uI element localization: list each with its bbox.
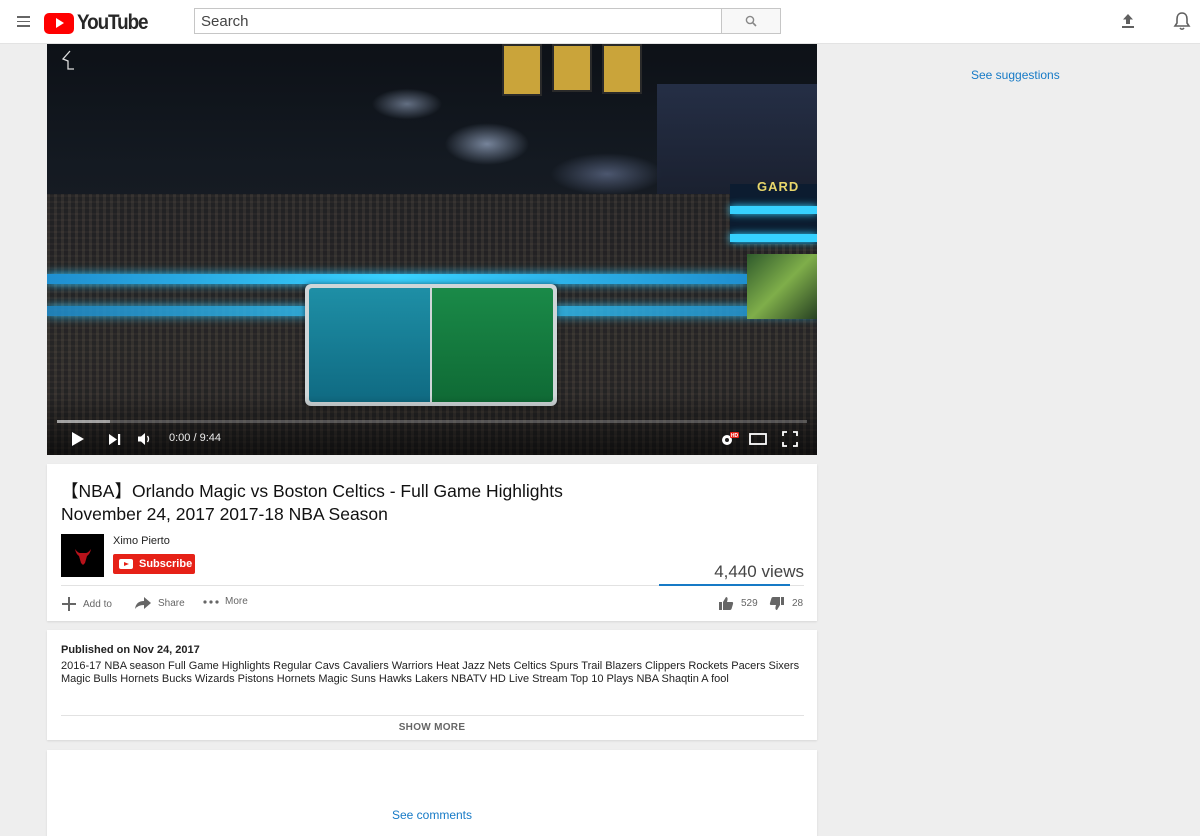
channel-watermark-icon [61,50,74,70]
share-label: Share [158,597,185,609]
like-button[interactable]: 529 [718,596,758,611]
video-title: 【NBA】Orlando Magic vs Boston Celtics - F… [61,481,563,524]
theater-mode-icon [749,433,767,445]
more-button[interactable]: More [203,596,248,607]
menu-icon[interactable] [17,16,30,27]
fullscreen-icon [782,431,798,447]
dislike-count: 28 [792,598,804,609]
add-to-label: Add to [83,598,112,610]
progress-loaded [57,420,110,423]
view-count: 4,440 views [714,562,804,581]
subscribe-label: Subscribe [139,558,193,570]
search-bar [194,8,781,34]
play-icon [72,432,84,446]
bull-logo-icon [74,548,91,565]
thumbs-up-icon [719,597,734,610]
publish-date: Published on Nov 24, 2017 [61,644,200,656]
thumbs-down-icon [769,597,784,610]
youtube-logo[interactable]: YouTube [44,11,155,35]
see-suggestions-link[interactable]: See suggestions [971,68,1060,82]
more-label: More [225,596,248,607]
dislike-button[interactable]: 28 [769,596,803,611]
channel-avatar[interactable] [61,534,104,577]
see-comments-link[interactable]: See comments [47,808,817,822]
settings-gear-icon: HD [722,432,739,445]
notifications-bell-icon[interactable] [1173,11,1191,31]
description-card: Published on Nov 24, 2017 2016-17 NBA se… [47,630,817,740]
search-button[interactable] [721,8,781,34]
share-icon [135,597,151,609]
time-display: 0:00 / 9:44 [169,432,221,444]
volume-icon [138,433,150,445]
search-input[interactable] [194,8,721,34]
subscribe-button[interactable]: Subscribe [113,554,195,574]
brand-wordmark: YouTube [77,11,149,34]
search-icon [745,15,757,27]
theater-mode-button[interactable] [749,430,767,448]
upload-icon[interactable] [1119,12,1137,30]
play-button[interactable] [71,430,85,448]
controls-gradient [47,395,817,455]
video-info-card: 【NBA】Orlando Magic vs Boston Celtics - F… [47,464,817,621]
video-player[interactable]: GARD 0:00 / 9:44 HD [47,44,817,455]
celtics-panel [432,288,553,402]
skip-next-icon [109,433,121,445]
masthead: YouTube [0,0,1200,44]
description-text: 2016-17 NBA season Full Game Highlights … [61,660,800,685]
settings-button[interactable]: HD [719,430,739,448]
team-score-overlay [305,284,557,406]
arena-sign: GARD [757,179,800,194]
add-to-button[interactable]: Add to [61,596,112,612]
magic-panel [309,288,430,402]
comments-card: See comments [47,750,817,836]
channel-name[interactable]: Ximo Pierto [113,535,170,547]
share-button[interactable]: Share [134,596,185,610]
volume-button[interactable] [137,430,153,448]
youtube-play-icon [44,12,74,34]
like-sentiment-bar [659,584,791,586]
next-button[interactable] [108,430,121,448]
plus-icon [62,597,76,611]
led-ribbon [47,274,747,284]
more-dots-icon [203,599,219,604]
hd-badge: HD [731,433,739,439]
like-count: 529 [741,598,758,609]
jumbotron-screen [747,254,817,319]
fullscreen-button[interactable] [782,430,798,448]
divider [61,715,804,716]
show-more-button[interactable]: SHOW MORE [47,722,817,733]
championship-banners [502,44,662,104]
progress-bar[interactable] [57,420,807,423]
youtube-play-icon [119,559,133,569]
